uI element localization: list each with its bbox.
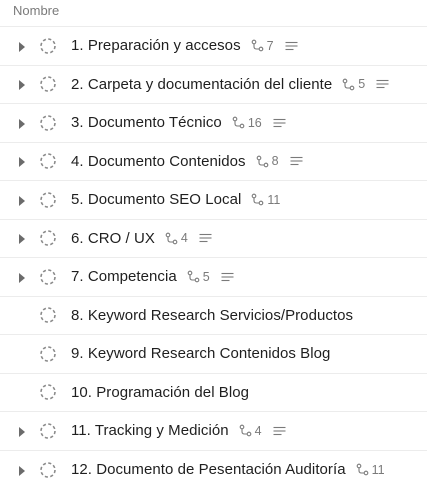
subtask-branch-icon (239, 424, 251, 437)
subtask-count[interactable]: 5 (342, 77, 365, 91)
task-row[interactable]: 10. Programación del Blog (0, 374, 427, 412)
task-content: 4. Documento Contenidos 8 (71, 143, 421, 181)
task-row[interactable]: 7. Competencia 5 (0, 258, 427, 297)
dashed-circle-status-icon[interactable] (39, 114, 57, 132)
subtask-count-value: 7 (266, 38, 274, 53)
caret-right-icon[interactable] (17, 40, 27, 52)
description-lines-icon (290, 157, 303, 166)
task-title[interactable]: 9. Keyword Research Contenidos Blog (71, 345, 330, 362)
task-row[interactable]: 2. Carpeta y documentación del cliente 5 (0, 66, 427, 104)
task-content: 11. Tracking y Medición 4 (71, 412, 421, 450)
subtask-count-value: 16 (247, 115, 262, 130)
description-lines-icon (199, 234, 212, 243)
caret-right-icon[interactable] (17, 271, 27, 283)
dashed-circle-status-icon[interactable] (39, 191, 57, 209)
subtask-count-value: 5 (358, 77, 366, 92)
subtask-count[interactable]: 5 (187, 270, 210, 284)
caret-right-icon[interactable] (17, 117, 27, 129)
task-title[interactable]: 10. Programación del Blog (71, 384, 249, 401)
subtask-count-value: 4 (180, 231, 188, 246)
subtask-count[interactable]: 11 (356, 463, 385, 477)
subtask-count[interactable]: 4 (239, 424, 262, 438)
column-header-label: Nombre (13, 3, 60, 18)
caret-right-icon[interactable] (17, 194, 27, 206)
task-row[interactable]: 5. Documento SEO Local 11 (0, 181, 427, 220)
task-content: 3. Documento Técnico 16 (71, 104, 421, 142)
caret-right-icon[interactable] (17, 464, 27, 476)
dashed-circle-status-icon[interactable] (39, 75, 57, 93)
subtask-branch-icon (232, 116, 245, 129)
task-content: 9. Keyword Research Contenidos Blog (71, 335, 421, 373)
task-title[interactable]: 3. Documento Técnico (71, 114, 222, 131)
description-lines-icon (376, 80, 389, 89)
subtask-count-value: 5 (202, 269, 210, 284)
column-header[interactable]: Nombre (0, 0, 427, 27)
subtask-count-value: 8 (271, 154, 279, 169)
task-row[interactable]: 3. Documento Técnico 16 (0, 104, 427, 143)
subtask-count[interactable]: 8 (256, 154, 279, 168)
dashed-circle-status-icon[interactable] (39, 152, 57, 170)
subtask-branch-icon (252, 193, 264, 206)
subtask-count-value: 11 (371, 462, 385, 477)
task-row[interactable]: 1. Preparación y accesos 7 (0, 27, 427, 66)
task-row[interactable]: 4. Documento Contenidos 8 (0, 143, 427, 181)
caret-right-icon[interactable] (17, 78, 27, 91)
subtask-branch-icon (187, 270, 200, 283)
task-rows: 1. Preparación y accesos 7 2. Carpeta y do… (0, 27, 427, 489)
task-row[interactable]: 11. Tracking y Medición 4 (0, 412, 427, 451)
dashed-circle-status-icon[interactable] (39, 422, 57, 440)
subtask-count[interactable]: 7 (251, 39, 274, 53)
caret-right-icon[interactable] (17, 232, 27, 245)
dashed-circle-status-icon[interactable] (39, 383, 57, 401)
task-row[interactable]: 12. Documento de Pesentación Auditoría 11 (0, 451, 427, 490)
subtask-branch-icon (356, 463, 368, 476)
task-row[interactable]: 9. Keyword Research Contenidos Blog (0, 335, 427, 374)
task-content: 12. Documento de Pesentación Auditoría 11 (71, 451, 421, 490)
description-lines-icon (285, 41, 298, 50)
task-list: Nombre 1. Preparación y accesos 7 2. Carpe… (0, 0, 427, 492)
subtask-branch-icon (256, 155, 268, 168)
task-content: 1. Preparación y accesos 7 (71, 27, 421, 65)
dashed-circle-status-icon[interactable] (39, 229, 57, 247)
task-title[interactable]: 2. Carpeta y documentación del cliente (71, 76, 332, 93)
task-title[interactable]: 4. Documento Contenidos (71, 153, 246, 170)
task-content: 8. Keyword Research Servicios/Productos (71, 297, 421, 335)
subtask-count-value: 4 (254, 423, 262, 438)
subtask-branch-icon (251, 39, 263, 52)
task-content: 5. Documento SEO Local 11 (71, 181, 421, 219)
dashed-circle-status-icon[interactable] (39, 461, 57, 479)
task-title[interactable]: 6. CRO / UX (71, 230, 155, 247)
dashed-circle-status-icon[interactable] (39, 37, 57, 55)
description-lines-icon (273, 426, 286, 435)
task-row[interactable]: 8. Keyword Research Servicios/Productos (0, 297, 427, 335)
task-content: 7. Competencia 5 (71, 258, 421, 296)
caret-right-icon[interactable] (17, 155, 27, 168)
dashed-circle-status-icon[interactable] (39, 306, 57, 324)
task-row[interactable]: 6. CRO / UX 4 (0, 220, 427, 258)
task-title[interactable]: 7. Competencia (71, 268, 177, 285)
task-title[interactable]: 11. Tracking y Medición (71, 422, 229, 439)
task-content: 10. Programación del Blog (71, 374, 421, 412)
subtask-branch-icon (165, 232, 178, 245)
subtask-count[interactable]: 11 (251, 193, 280, 207)
description-lines-icon (273, 118, 286, 127)
subtask-count[interactable]: 16 (232, 116, 262, 130)
task-content: 2. Carpeta y documentación del cliente 5 (71, 66, 421, 104)
task-title[interactable]: 5. Documento SEO Local (71, 191, 241, 208)
dashed-circle-status-icon[interactable] (39, 345, 57, 363)
task-title[interactable]: 12. Documento de Pesentación Auditoría (71, 461, 346, 478)
task-title[interactable]: 8. Keyword Research Servicios/Productos (71, 307, 353, 324)
dashed-circle-status-icon[interactable] (39, 268, 57, 286)
subtask-branch-icon (342, 78, 355, 91)
subtask-count-value: 11 (267, 192, 281, 207)
caret-right-icon[interactable] (17, 425, 27, 437)
subtask-count[interactable]: 4 (165, 231, 188, 245)
description-lines-icon (221, 272, 234, 281)
task-content: 6. CRO / UX 4 (71, 220, 421, 258)
task-title[interactable]: 1. Preparación y accesos (71, 37, 241, 54)
